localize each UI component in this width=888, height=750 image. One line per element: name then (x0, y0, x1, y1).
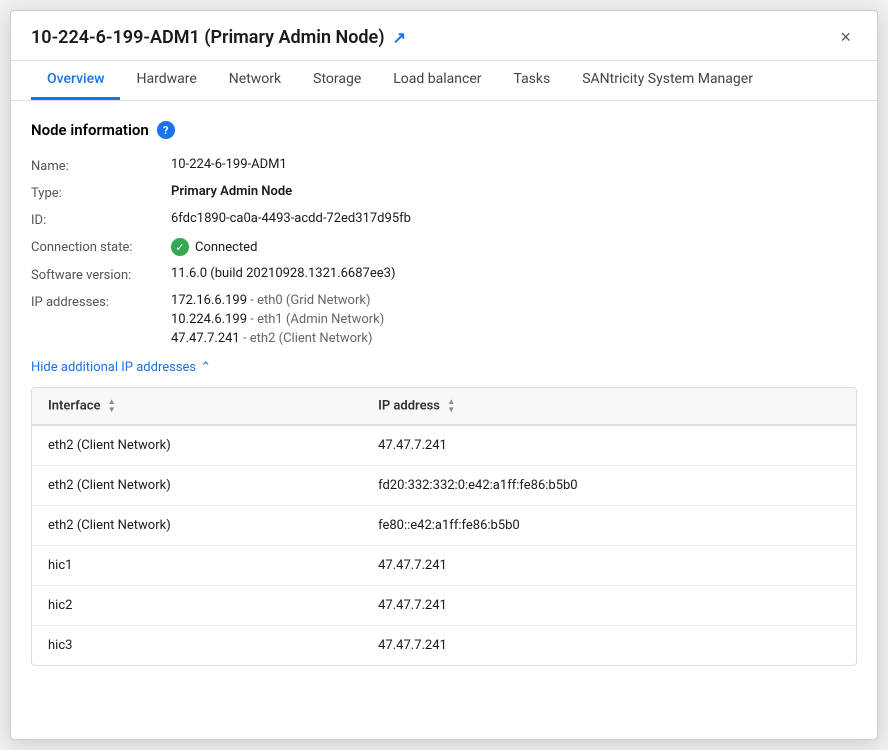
ip-table-wrapper[interactable]: Interface ▲ ▼ IP address ▲ ▼ (31, 387, 857, 666)
cell-interface-4: hic2 (32, 586, 362, 626)
table-row: eth2 (Client Network)fd20:332:332:0:e42:… (32, 466, 856, 506)
ip-address-1: 10.224.6.199 (171, 312, 247, 327)
cell-interface-1: eth2 (Client Network) (32, 466, 362, 506)
tab-overview[interactable]: Overview (31, 61, 120, 100)
table-body: eth2 (Client Network)47.47.7.241eth2 (Cl… (32, 425, 856, 665)
ip-address-2: 47.47.7.241 (171, 331, 240, 346)
section-title-text: Node information (31, 121, 149, 139)
tab-network[interactable]: Network (213, 61, 297, 100)
modal-container: 10-224-6-199-ADM1 (Primary Admin Node) ↗… (10, 10, 878, 740)
info-grid: Name: 10-224-6-199-ADM1 Type: Primary Ad… (31, 157, 857, 346)
ip-address-0: 172.16.6.199 (171, 293, 247, 308)
id-value: 6fdc1890-ca0a-4493-acdd-72ed317d95fb (171, 211, 857, 228)
content-area: Node information ? Name: 10-224-6-199-AD… (11, 101, 877, 686)
help-icon[interactable]: ? (157, 121, 175, 139)
external-link-icon[interactable]: ↗ (393, 28, 406, 47)
ip-entry-2: 47.47.7.241 - eth2 (Client Network) (171, 331, 857, 346)
interface-sort-icon[interactable]: ▲ ▼ (108, 398, 116, 414)
cell-interface-0: eth2 (Client Network) (32, 425, 362, 466)
cell-ip-1: fd20:332:332:0:e42:a1ff:fe86:b5b0 (362, 466, 856, 506)
modal-title: 10-224-6-199-ADM1 (Primary Admin Node) ↗ (31, 27, 406, 48)
col-interface[interactable]: Interface ▲ ▼ (32, 388, 362, 425)
table-row: eth2 (Client Network)47.47.7.241 (32, 425, 856, 466)
cell-interface-2: eth2 (Client Network) (32, 506, 362, 546)
connection-value: ✓ Connected (171, 238, 857, 256)
ip-values: 172.16.6.199 - eth0 (Grid Network) 10.22… (171, 293, 857, 346)
col-ip-label: IP address (378, 398, 440, 413)
connection-label: Connection state: (31, 238, 171, 256)
tab-hardware[interactable]: Hardware (120, 61, 212, 100)
table-header-row: Interface ▲ ▼ IP address ▲ ▼ (32, 388, 856, 425)
table-row: hic247.47.7.241 (32, 586, 856, 626)
ip-entry-1: 10.224.6.199 - eth1 (Admin Network) (171, 312, 857, 327)
name-value: 10-224-6-199-ADM1 (171, 157, 857, 174)
cell-ip-0: 47.47.7.241 (362, 425, 856, 466)
cell-interface-3: hic1 (32, 546, 362, 586)
table-row: eth2 (Client Network)fe80::e42:a1ff:fe86… (32, 506, 856, 546)
connection-text: Connected (195, 240, 257, 255)
ip-table: Interface ▲ ▼ IP address ▲ ▼ (32, 388, 856, 665)
close-button[interactable]: × (834, 25, 857, 50)
table-row: hic347.47.7.241 (32, 626, 856, 666)
chevron-up-icon: ⌃ (200, 360, 211, 375)
ip-entry-0: 172.16.6.199 - eth0 (Grid Network) (171, 293, 857, 308)
col-interface-label: Interface (48, 398, 101, 413)
software-label: Software version: (31, 266, 171, 283)
ip-label: IP addresses: (31, 293, 171, 346)
ip-sort-icon[interactable]: ▲ ▼ (447, 398, 455, 414)
type-label: Type: (31, 184, 171, 201)
software-value: 11.6.0 (build 20210928.1321.6687ee3) (171, 266, 857, 283)
ip-list: 172.16.6.199 - eth0 (Grid Network) 10.22… (171, 293, 857, 346)
cell-ip-4: 47.47.7.241 (362, 586, 856, 626)
tab-storage[interactable]: Storage (297, 61, 377, 100)
hide-ip-link[interactable]: Hide additional IP addresses ⌃ (31, 360, 857, 375)
tab-load-balancer[interactable]: Load balancer (377, 61, 497, 100)
modal-header: 10-224-6-199-ADM1 (Primary Admin Node) ↗… (11, 11, 877, 61)
id-label: ID: (31, 211, 171, 228)
ip-label-0: - eth0 (Grid Network) (250, 293, 370, 308)
ip-label-2: - eth2 (Client Network) (243, 331, 373, 346)
cell-ip-3: 47.47.7.241 (362, 546, 856, 586)
col-ip[interactable]: IP address ▲ ▼ (362, 388, 856, 425)
section-title: Node information ? (31, 121, 857, 139)
title-text: 10-224-6-199-ADM1 (Primary Admin Node) (31, 27, 385, 48)
connected-icon: ✓ (171, 238, 189, 256)
connection-state: ✓ Connected (171, 238, 857, 256)
type-value: Primary Admin Node (171, 184, 857, 201)
name-label: Name: (31, 157, 171, 174)
tab-bar: Overview Hardware Network Storage Load b… (11, 61, 877, 101)
hide-ip-text: Hide additional IP addresses (31, 360, 196, 375)
cell-interface-5: hic3 (32, 626, 362, 666)
ip-label-1: - eth1 (Admin Network) (250, 312, 384, 327)
table-row: hic147.47.7.241 (32, 546, 856, 586)
tab-santricity[interactable]: SANtricity System Manager (566, 61, 769, 100)
cell-ip-2: fe80::e42:a1ff:fe86:b5b0 (362, 506, 856, 546)
tab-tasks[interactable]: Tasks (497, 61, 566, 100)
cell-ip-5: 47.47.7.241 (362, 626, 856, 666)
